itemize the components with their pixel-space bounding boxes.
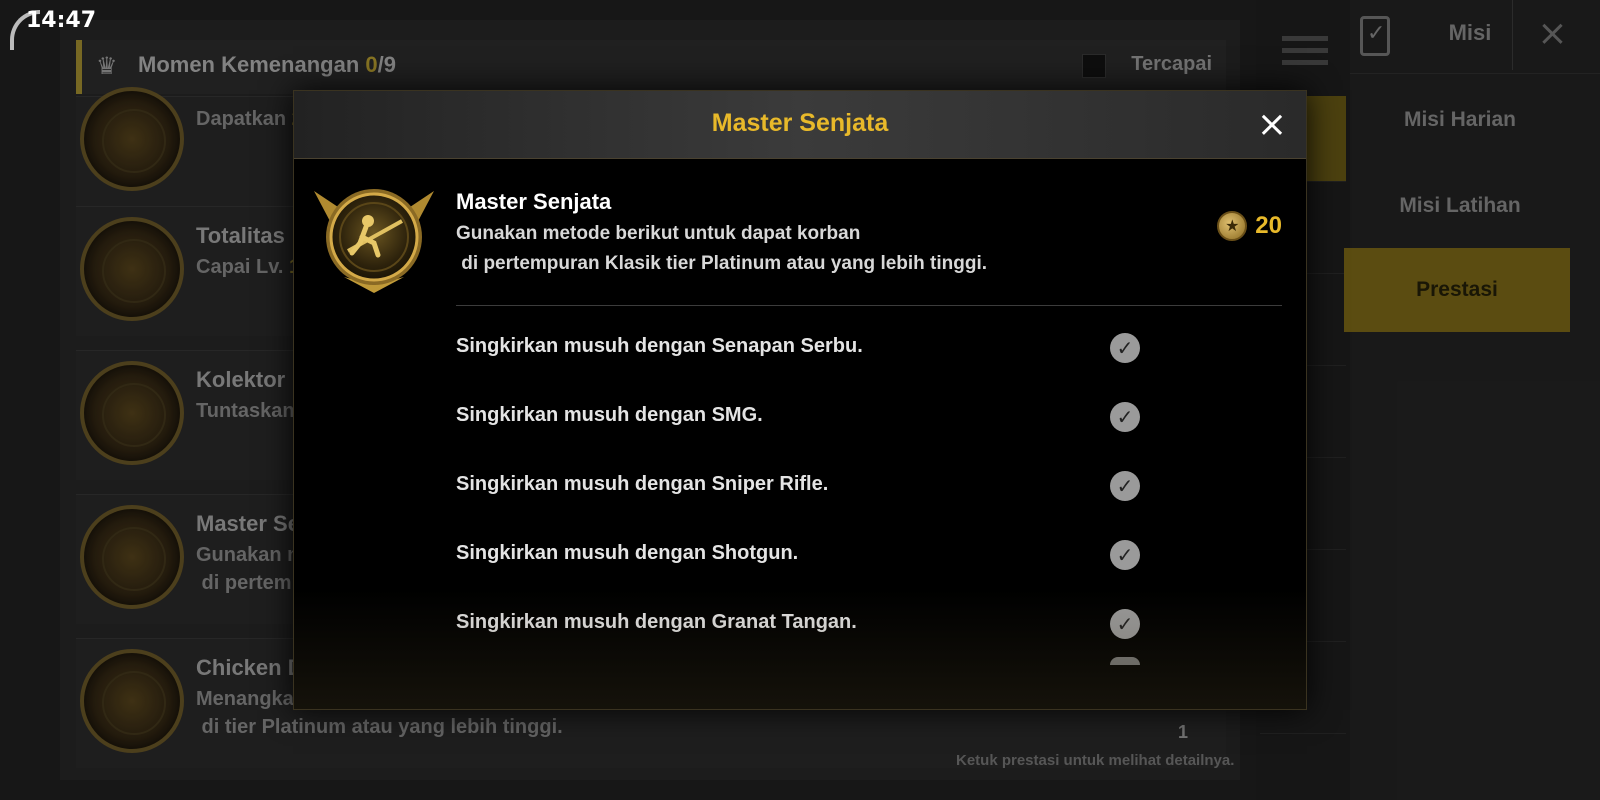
task-label: Singkirkan musuh dengan Sniper Rifle. (456, 473, 829, 495)
task-label: Singkirkan musuh dengan Shotgun. (456, 542, 799, 564)
list-item: Singkirkan musuh dengan SMG. ✓ (456, 382, 1176, 451)
close-icon[interactable]: × (1252, 105, 1292, 145)
weapon-master-badge-icon (308, 181, 440, 301)
check-icon (1110, 657, 1140, 665)
reward-points: 20 (1255, 212, 1282, 239)
achievement-name: Master Senjata (456, 189, 612, 214)
dialog-header: Master Senjata × (294, 91, 1306, 159)
achievement-detail-dialog: Master Senjata × Master Senjata Gunakan … (293, 90, 1307, 710)
list-item: Singkirkan musuh dengan Sniper Rifle. ✓ (456, 451, 1176, 520)
check-icon: ✓ (1110, 471, 1140, 501)
status-time: 14:47 (26, 8, 97, 33)
list-item: Singkirkan musuh dengan Senapan Serbu. ✓ (456, 313, 1176, 382)
check-icon: ✓ (1110, 333, 1140, 363)
achievement-description: Gunakan metode berikut untuk dapat korba… (456, 223, 988, 274)
dialog-title: Master Senjata (711, 109, 889, 137)
reward: ★ 20 (1217, 211, 1282, 241)
task-list: Singkirkan musuh dengan Senapan Serbu. ✓… (456, 313, 1176, 658)
check-icon: ✓ (1110, 609, 1140, 639)
list-item: Singkirkan musuh dengan Granat Tangan. ✓ (456, 589, 1176, 658)
achievement-point-icon: ★ (1217, 211, 1248, 241)
task-label: Singkirkan musuh dengan SMG. (456, 404, 763, 426)
check-icon: ✓ (1110, 402, 1140, 432)
task-label: Singkirkan musuh dengan Granat Tangan. (456, 611, 857, 633)
check-icon: ✓ (1110, 540, 1140, 570)
divider (456, 305, 1282, 306)
task-label: Singkirkan musuh dengan Senapan Serbu. (456, 335, 863, 357)
list-item: Singkirkan musuh dengan Shotgun. ✓ (456, 520, 1176, 589)
